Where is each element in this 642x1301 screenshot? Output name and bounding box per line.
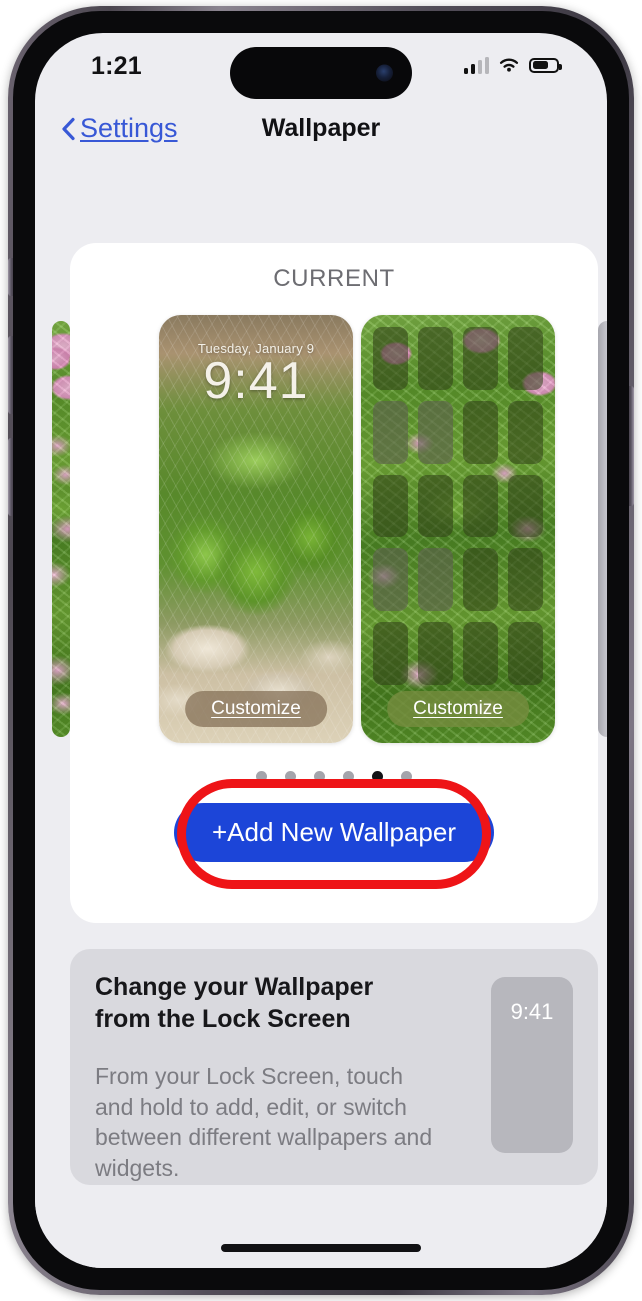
carousel-page-dots[interactable]: [70, 771, 598, 782]
dynamic-island: [230, 47, 412, 99]
wallpaper-carousel[interactable]: Tuesday, January 9 9:41 Customize Custom…: [52, 315, 607, 755]
page-dot-active[interactable]: [372, 771, 383, 782]
next-wallpaper-peek[interactable]: [598, 321, 607, 737]
home-screen-preview[interactable]: Customize: [361, 315, 555, 743]
add-new-wallpaper-button[interactable]: +Add New Wallpaper: [174, 803, 494, 862]
customize-lock-screen-button[interactable]: Customize: [185, 691, 327, 727]
home-indicator[interactable]: [221, 1244, 421, 1252]
lock-screen-preview[interactable]: Tuesday, January 9 9:41 Customize: [159, 315, 353, 743]
customize-home-screen-button[interactable]: Customize: [387, 691, 529, 727]
tip-card-thumbnail-time: 9:41: [510, 999, 554, 1024]
page-dot[interactable]: [314, 771, 325, 782]
lock-screen-time: 9:41: [203, 352, 309, 410]
tip-card-body: From your Lock Screen, touch and hold to…: [95, 1063, 433, 1181]
phone-screen: 1:21 Settings Wallpaper CURRENT Tuesday,…: [35, 33, 607, 1268]
page-dot[interactable]: [343, 771, 354, 782]
device-bezel: 1:21 Settings Wallpaper CURRENT Tuesday,…: [13, 11, 629, 1290]
page-dot[interactable]: [285, 771, 296, 782]
lock-screen-clock: Tuesday, January 9 9:41: [159, 341, 353, 409]
front-camera-icon: [376, 64, 393, 82]
current-section-header: CURRENT: [273, 265, 395, 292]
settings-content: CURRENT Tuesday, January 9 9:41 Customiz…: [35, 157, 607, 1268]
tip-card-title: Change your Wallpaper from the Lock Scre…: [95, 973, 374, 1033]
navigation-bar: Settings Wallpaper: [35, 99, 607, 157]
status-bar-time: 1:21: [91, 52, 142, 80]
tip-card-thumbnail: 9:41: [491, 977, 573, 1153]
cellular-signal-icon: [463, 56, 489, 74]
lock-screen-tip-card: Change your Wallpaper from the Lock Scre…: [70, 949, 598, 1185]
home-screen-app-icon-grid: [373, 327, 543, 685]
add-wallpaper-row: +Add New Wallpaper: [70, 779, 598, 889]
current-wallpaper-card: CURRENT Tuesday, January 9 9:41 Customiz…: [52, 243, 607, 923]
battery-icon: [529, 57, 562, 73]
battery-fill: [532, 61, 549, 69]
wifi-icon: [499, 58, 519, 72]
page-dot[interactable]: [256, 771, 267, 782]
phone-device-frame: 1:21 Settings Wallpaper CURRENT Tuesday,…: [8, 6, 634, 1295]
previous-wallpaper-peek[interactable]: [52, 321, 70, 737]
status-bar-indicators: [463, 56, 562, 74]
page-dot[interactable]: [401, 771, 412, 782]
previous-wallpaper-thumbnail: [52, 321, 70, 737]
page-title: Wallpaper: [261, 114, 381, 142]
